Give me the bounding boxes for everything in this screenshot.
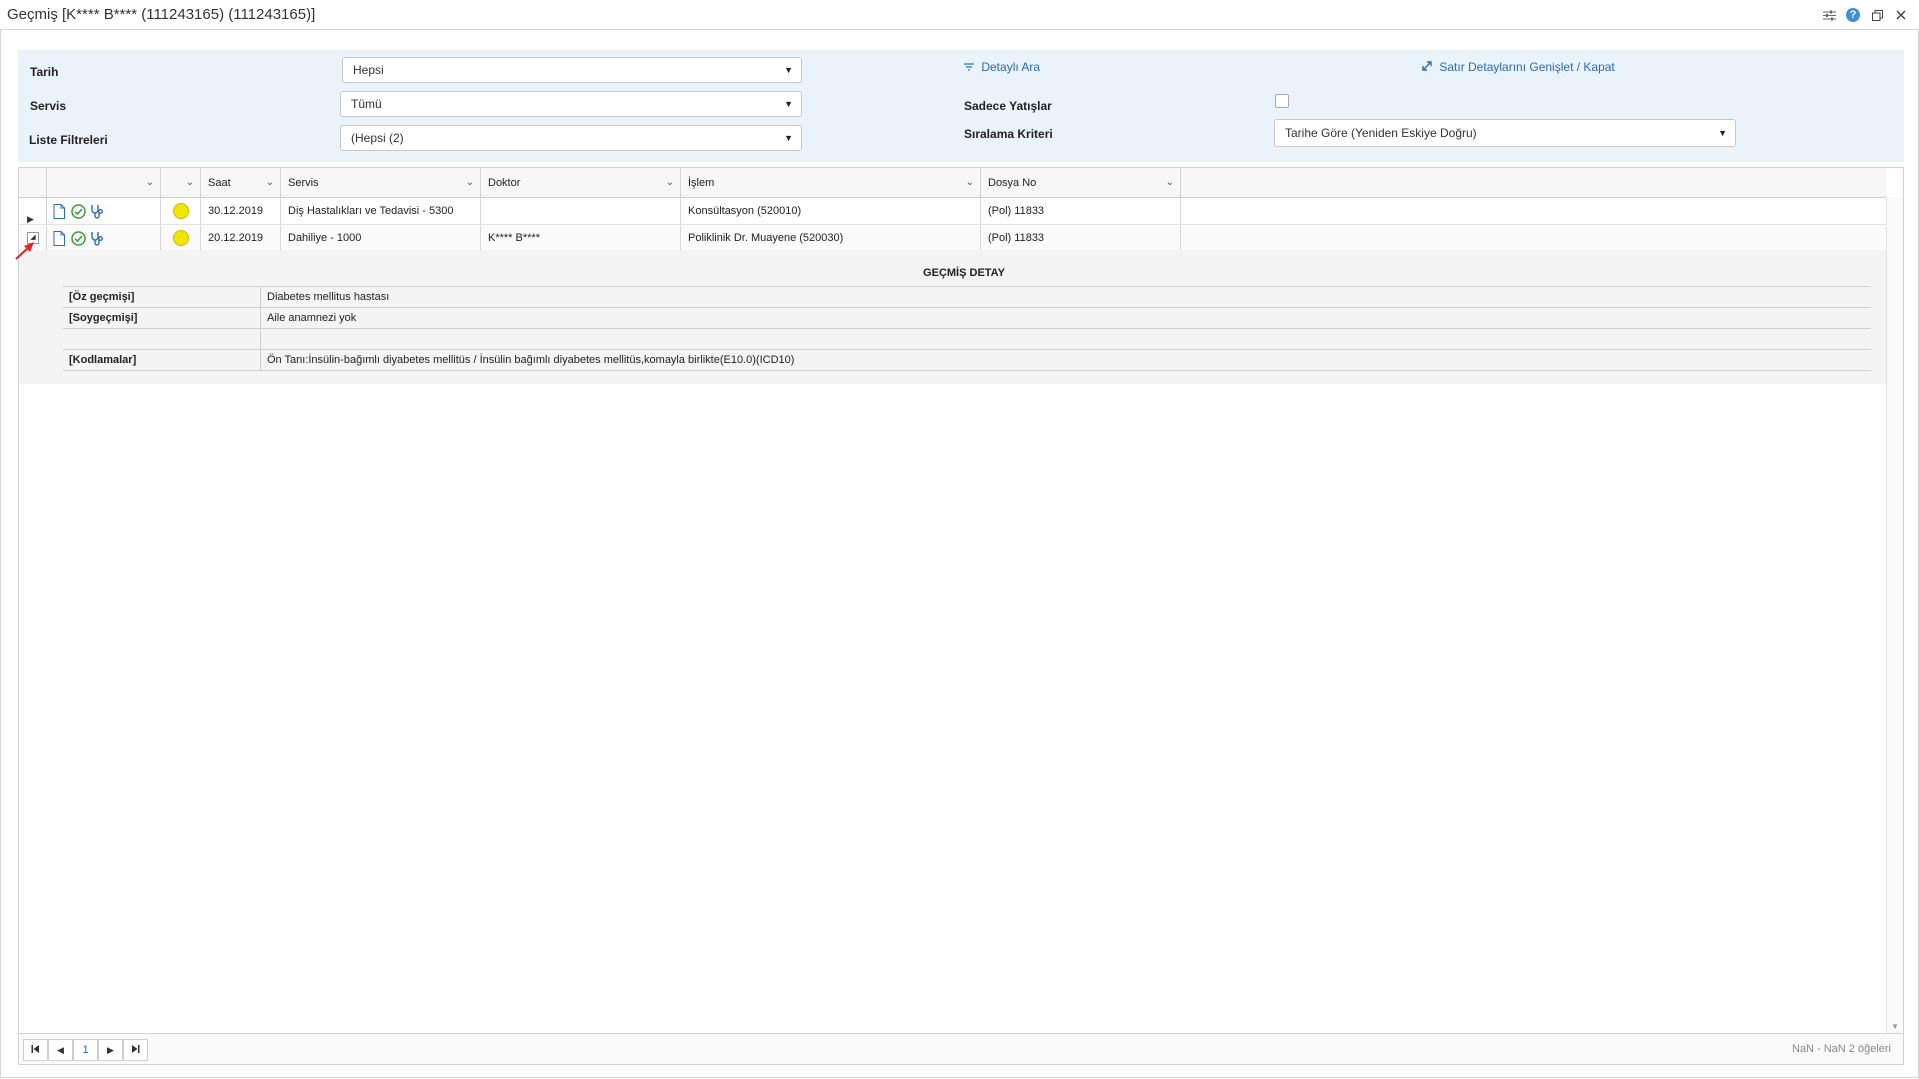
close-icon[interactable] — [1893, 7, 1909, 23]
chevron-down-icon: ▼ — [1718, 128, 1727, 138]
header-saat[interactable]: Saat ⌄ — [201, 168, 281, 197]
sadece-yatislar-checkbox[interactable] — [1275, 94, 1289, 108]
header-servis[interactable]: Servis ⌄ — [281, 168, 481, 197]
siralama-value: Tarihe Göre (Yeniden Eskiye Doğru) — [1285, 126, 1477, 140]
grid-scrollbar[interactable]: ▼ — [1886, 197, 1903, 1035]
page-number-button[interactable]: 1 — [73, 1039, 98, 1061]
detail-value: Ön Tanı:İnsülin-bağımlı diyabetes mellit… — [260, 349, 1871, 371]
header-expand — [19, 168, 47, 197]
tarih-select[interactable]: Hepsi ▼ — [342, 57, 802, 83]
cell-saat: 30.12.2019 — [201, 198, 281, 224]
chevron-down-icon[interactable]: ⌄ — [186, 168, 194, 198]
status-indicator — [173, 203, 189, 219]
restore-icon[interactable] — [1869, 7, 1885, 23]
detail-key: [Öz geçmişi] — [63, 286, 261, 308]
chevron-down-icon[interactable]: ⌄ — [146, 168, 154, 198]
detail-value: Diabetes mellitus hastası — [260, 286, 1871, 308]
satir-detay-link[interactable]: Satır Detaylarını Genişlet / Kapat — [1422, 60, 1615, 74]
chevron-down-icon[interactable]: ⌄ — [966, 168, 974, 198]
document-icon[interactable] — [51, 229, 67, 247]
check-circle-icon[interactable] — [70, 202, 86, 220]
siralama-select[interactable]: Tarihe Göre (Yeniden Eskiye Doğru) ▼ — [1274, 119, 1736, 147]
cell-doktor — [481, 198, 681, 224]
header-doktor[interactable]: Doktor ⌄ — [481, 168, 681, 197]
detail-table: [Öz geçmişi] Diabetes mellitus hastası [… — [63, 286, 1871, 371]
detail-key — [63, 328, 261, 350]
siralama-label: Sıralama Kriteri — [964, 127, 1053, 141]
history-grid: ⌄ ⌄ Saat ⌄ Servis ⌄ Doktor ⌄ İşlem ⌄ Dos… — [18, 167, 1904, 1065]
title-bar: Geçmiş [K**** B**** (111243165) (1112431… — [0, 0, 1919, 30]
sadece-yatislar-label: Sadece Yatışlar — [964, 99, 1052, 113]
cell-saat: 20.12.2019 — [201, 225, 281, 251]
header-status[interactable]: ⌄ — [161, 168, 201, 197]
cell-servis: Diş Hastalıkları ve Tedavisi - 5300 — [281, 198, 481, 224]
history-detail-panel: GEÇMİŞ DETAY [Öz geçmişi] Diabetes melli… — [19, 250, 1887, 384]
detail-row — [63, 328, 1871, 350]
chevron-down-icon: ▼ — [784, 65, 793, 75]
expand-icon — [1422, 60, 1435, 74]
pager: ◀ 1 ▶ NaN - NaN 2 öğeleri — [19, 1033, 1903, 1064]
scroll-down-icon[interactable]: ▼ — [1891, 1022, 1899, 1031]
table-row[interactable]: ◢ 20.12.2019 Dahiliye - 1000 K**** B****… — [19, 225, 1887, 252]
filter-panel: Tarih Hepsi ▼ Servis Tümü ▼ Liste Filtre… — [18, 50, 1904, 162]
expand-row-icon[interactable]: ▶ — [27, 206, 34, 224]
chevron-down-icon: ▼ — [784, 133, 793, 143]
pager-info: NaN - NaN 2 öğeleri — [1791, 1043, 1891, 1055]
prev-page-button[interactable]: ◀ — [48, 1039, 73, 1061]
tarih-label: Tarih — [30, 65, 59, 79]
settings-icon[interactable] — [1821, 7, 1837, 23]
window-title: Geçmiş [K**** B**** (111243165) (1112431… — [7, 6, 316, 23]
cell-doktor: K**** B**** — [481, 225, 681, 251]
liste-filtreleri-value: (Hepsi (2) — [351, 131, 404, 145]
detail-row: [Soygeçmişi] Aile anamnezi yok — [63, 307, 1871, 329]
first-page-button[interactable] — [23, 1039, 48, 1061]
cell-dosya-no: (Pol) 11833 — [981, 225, 1181, 251]
detail-row: [Kodlamalar] Ön Tanı:İnsülin-bağımlı diy… — [63, 349, 1871, 371]
stethoscope-icon[interactable] — [89, 229, 105, 247]
cell-islem: Konsültasyon (520010) — [681, 198, 981, 224]
detayli-ara-link[interactable]: Detaylı Ara — [964, 60, 1040, 74]
chevron-down-icon[interactable]: ⌄ — [1166, 168, 1174, 198]
header-dosya-no[interactable]: Dosya No ⌄ — [981, 168, 1181, 197]
check-circle-icon[interactable] — [70, 229, 86, 247]
servis-label: Servis — [30, 99, 67, 113]
help-icon[interactable]: ? — [1845, 7, 1861, 23]
grid-header: ⌄ ⌄ Saat ⌄ Servis ⌄ Doktor ⌄ İşlem ⌄ Dos… — [19, 168, 1887, 198]
detail-key: [Soygeçmişi] — [63, 307, 261, 329]
cell-dosya-no: (Pol) 11833 — [981, 198, 1181, 224]
detail-key: [Kodlamalar] — [63, 349, 261, 371]
pointer-arrow-icon — [15, 242, 34, 260]
status-indicator — [173, 230, 189, 246]
document-icon[interactable] — [51, 202, 67, 220]
detail-value — [260, 328, 1871, 350]
chevron-down-icon: ▼ — [784, 99, 793, 109]
filter-icon — [964, 60, 977, 74]
chevron-down-icon[interactable]: ⌄ — [466, 168, 474, 198]
detail-row: [Öz geçmişi] Diabetes mellitus hastası — [63, 286, 1871, 308]
detail-value: Aile anamnezi yok — [260, 307, 1871, 329]
cell-servis: Dahiliye - 1000 — [281, 225, 481, 251]
liste-filtreleri-select[interactable]: (Hepsi (2) ▼ — [340, 125, 802, 151]
chevron-down-icon[interactable]: ⌄ — [266, 168, 274, 198]
liste-filtreleri-label: Liste Filtreleri — [29, 133, 108, 147]
chevron-down-icon[interactable]: ⌄ — [666, 168, 674, 198]
header-icons[interactable]: ⌄ — [47, 168, 161, 197]
servis-select[interactable]: Tümü ▼ — [340, 91, 802, 117]
table-row[interactable]: ▶ 30.12.2019 Diş Hastalıkları ve Tedavis… — [19, 198, 1887, 225]
detayli-ara-label: Detaylı Ara — [981, 60, 1041, 74]
window-controls: ? — [1821, 7, 1909, 23]
next-page-button[interactable]: ▶ — [98, 1039, 123, 1061]
cell-islem: Poliklinik Dr. Muayene (520030) — [681, 225, 981, 251]
tarih-value: Hepsi — [353, 63, 384, 77]
header-islem[interactable]: İşlem ⌄ — [681, 168, 981, 197]
satir-detay-label: Satır Detaylarını Genişlet / Kapat — [1439, 60, 1615, 74]
stethoscope-icon[interactable] — [89, 202, 105, 220]
servis-value: Tümü — [351, 97, 382, 111]
detail-title: GEÇMİŞ DETAY — [923, 267, 1005, 279]
last-page-button[interactable] — [123, 1039, 148, 1061]
